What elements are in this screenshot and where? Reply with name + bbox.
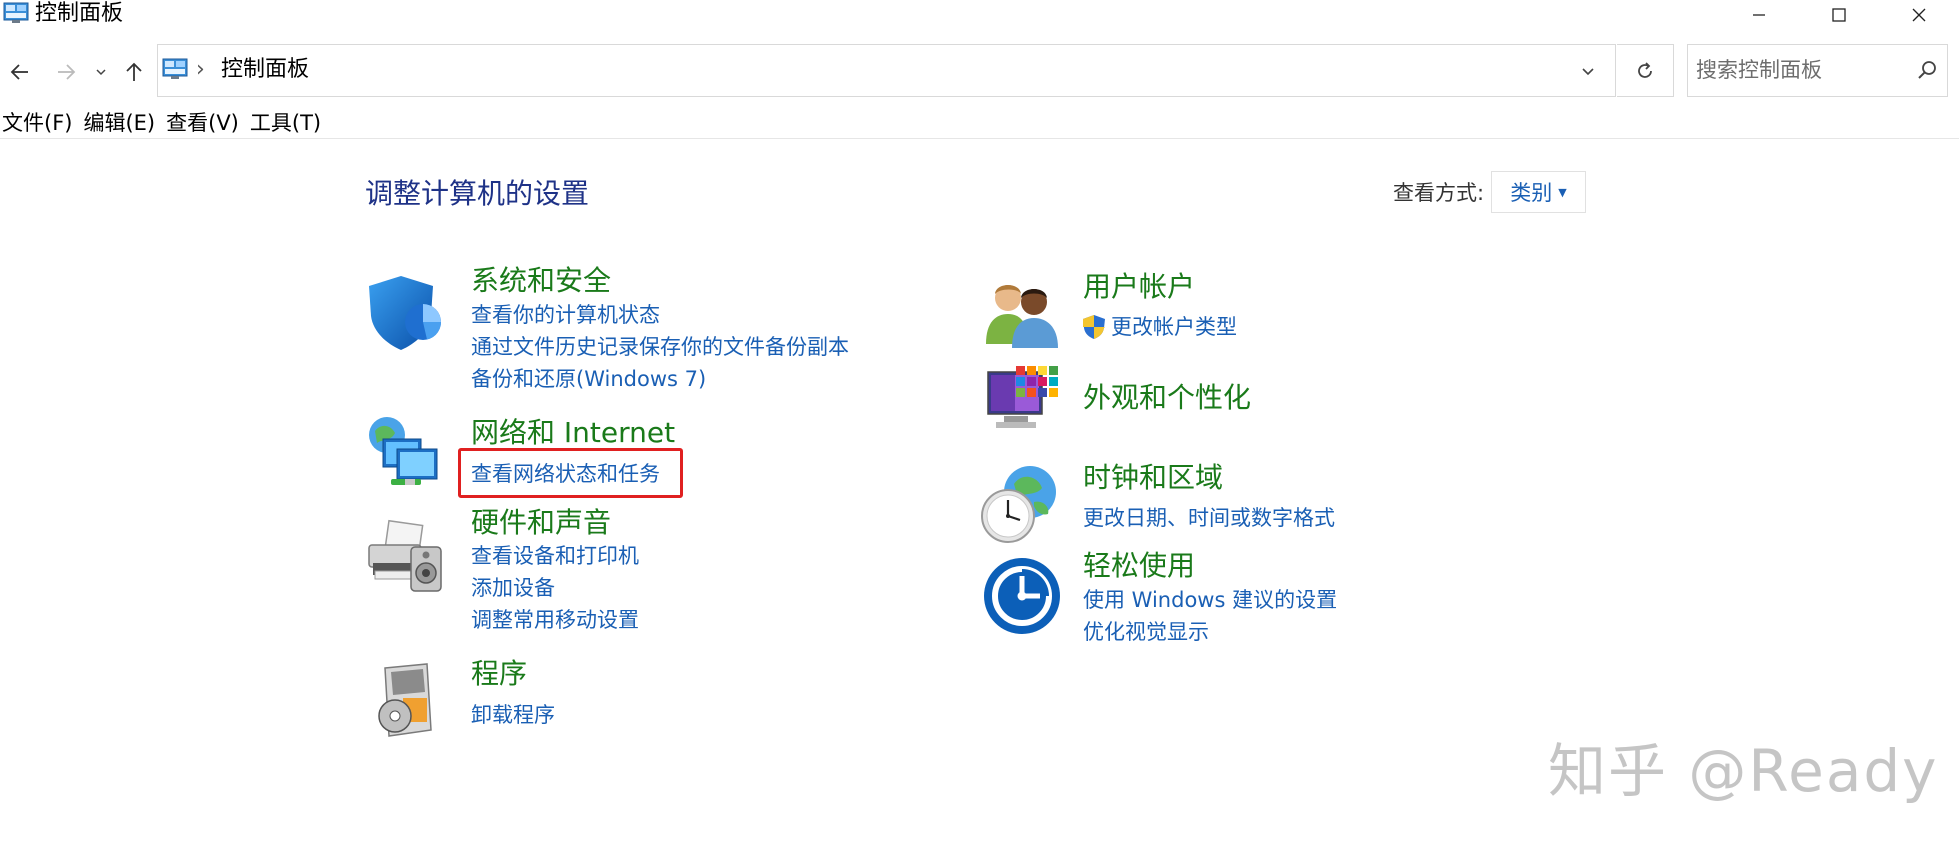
link-uninstall-program[interactable]: 卸载程序 <box>471 700 555 730</box>
view-by-dropdown[interactable]: 类别 ▼ <box>1491 171 1586 213</box>
category-ease-of-access[interactable]: 轻松使用 <box>1083 548 1195 584</box>
shield-icon[interactable] <box>365 272 445 352</box>
appearance-icon[interactable] <box>982 362 1062 442</box>
address-bar[interactable] <box>157 44 1616 97</box>
category-network-internet[interactable]: 网络和 Internet <box>471 415 675 451</box>
programs-icon[interactable] <box>365 660 445 740</box>
ease-of-access-icon[interactable] <box>982 556 1062 636</box>
link-mobility-settings[interactable]: 调整常用移动设置 <box>471 605 639 635</box>
network-icon[interactable] <box>365 413 445 493</box>
menu-bar: 文件(F) 编辑(E) 查看(V) 工具(T) <box>0 108 330 138</box>
link-view-devices-printers[interactable]: 查看设备和打印机 <box>471 541 639 571</box>
recent-locations-button[interactable] <box>88 56 114 88</box>
users-icon[interactable] <box>982 272 1062 352</box>
link-view-computer-status[interactable]: 查看你的计算机状态 <box>471 300 660 330</box>
link-optimize-visual-display[interactable]: 优化视觉显示 <box>1083 617 1209 647</box>
menu-file[interactable]: 文件(F) <box>0 108 81 138</box>
caret-down-icon: ▼ <box>1558 185 1567 199</box>
title-bar <box>0 0 1959 30</box>
control-panel-icon <box>162 58 188 80</box>
maximize-icon <box>1832 8 1846 22</box>
clock-globe-icon[interactable] <box>978 462 1058 543</box>
uac-shield-icon <box>1082 314 1106 340</box>
chevron-down-icon <box>96 69 106 76</box>
close-icon <box>1912 8 1926 22</box>
view-by-value: 类别 <box>1510 181 1553 205</box>
category-clock-region[interactable]: 时钟和区域 <box>1083 460 1223 496</box>
minimize-icon <box>1753 14 1765 16</box>
search-input[interactable] <box>1696 55 1896 85</box>
close-button[interactable] <box>1879 0 1959 30</box>
page-title: 调整计算机的设置 <box>365 177 590 210</box>
menu-tools[interactable]: 工具(T) <box>248 108 330 138</box>
link-recommended-settings[interactable]: 使用 Windows 建议的设置 <box>1083 585 1337 615</box>
breadcrumb-item[interactable]: 控制面板 <box>221 56 309 84</box>
link-change-account-type[interactable]: 更改帐户类型 <box>1111 312 1237 342</box>
menu-view[interactable]: 查看(V) <box>164 108 248 138</box>
control-panel-icon <box>3 2 29 24</box>
search-box[interactable] <box>1687 44 1948 97</box>
category-user-accounts[interactable]: 用户帐户 <box>1083 269 1195 305</box>
up-button[interactable] <box>118 56 150 88</box>
maximize-button[interactable] <box>1799 0 1879 30</box>
arrow-up-icon <box>126 62 142 81</box>
link-backup-restore[interactable]: 备份和还原(Windows 7) <box>471 364 706 394</box>
view-by-label: 查看方式: <box>1393 181 1485 205</box>
address-dropdown-button[interactable] <box>1572 56 1604 88</box>
link-change-date-time-format[interactable]: 更改日期、时间或数字格式 <box>1083 503 1335 533</box>
menu-edit[interactable]: 编辑(E) <box>81 108 164 138</box>
breadcrumb-separator[interactable]: › <box>196 56 205 84</box>
back-button[interactable] <box>4 56 36 88</box>
category-appearance[interactable]: 外观和个性化 <box>1083 380 1251 416</box>
refresh-button[interactable] <box>1617 44 1674 97</box>
category-programs[interactable]: 程序 <box>471 656 527 692</box>
window-title: 控制面板 <box>35 1 124 26</box>
category-hardware-sound[interactable]: 硬件和声音 <box>471 505 611 541</box>
refresh-icon <box>1638 61 1652 78</box>
chevron-down-icon <box>1582 68 1594 76</box>
forward-button[interactable] <box>50 56 82 88</box>
minimize-button[interactable] <box>1719 0 1799 30</box>
arrow-right-icon <box>58 64 76 80</box>
arrow-left-icon <box>10 64 28 80</box>
link-file-history-backup[interactable]: 通过文件历史记录保存你的文件备份副本 <box>471 332 849 362</box>
search-icon[interactable] <box>1915 58 1939 82</box>
highlight-box <box>458 448 683 498</box>
printer-icon[interactable] <box>365 517 445 597</box>
category-system-security[interactable]: 系统和安全 <box>471 263 611 299</box>
menu-divider <box>0 138 1959 139</box>
link-add-device[interactable]: 添加设备 <box>471 573 555 603</box>
watermark: 知乎 @Ready <box>1548 737 1939 805</box>
